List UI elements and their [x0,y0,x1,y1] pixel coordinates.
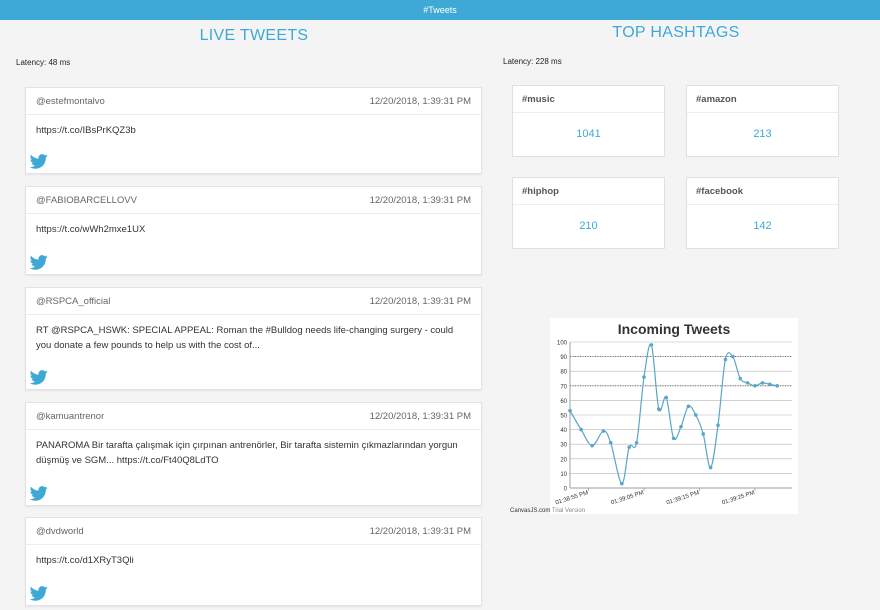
tweet-card: @FABIOBARCELLOVV 12/20/2018, 1:39:31 PM h… [25,186,482,275]
hashtag-count: 1041 [576,128,601,140]
top-hashtags-title: TOP HASHTAGS [612,24,740,41]
hashtag-count: 213 [753,128,772,140]
chart-point [694,413,698,417]
twitter-bird-icon[interactable] [30,154,48,169]
chart-series-line [570,343,778,485]
hashtag-count: 210 [579,220,598,232]
tweet-time: 12/20/2018, 1:39:31 PM [369,410,471,422]
tweet-card: @RSPCA_official 12/20/2018, 1:39:31 PM RT… [25,287,482,390]
chart-point [671,436,676,441]
tweet-text: PANAROMA Bir tarafta çalışmak için çırpı… [36,440,458,466]
chart-ytick-label: 50 [560,414,567,420]
chart-point [753,384,757,388]
chart-point [731,354,735,359]
hashtag-card: #music 1041 [512,85,665,157]
chart-canvas: 0 10 20 30 40 50 60 70 80 90 100 01:38:55 PM 01:39:0… [555,341,792,506]
chart-ytick-label: 10 [560,472,567,478]
twitter-bird-icon[interactable] [30,486,48,501]
chart-credit: CanvasJS.com Trial Version [510,508,585,514]
tweet-text: https://t.co/wWh2mxe1UX [36,224,146,235]
chart-point [649,343,654,347]
tweet-text: RT @RSPCA_HSWK: SPECIAL APPEAL: Roman th… [36,325,454,351]
chart-point [601,429,606,433]
tweet-card: @estefmontalvo 12/20/2018, 1:39:31 PM htt… [25,87,482,174]
chart-point [579,427,583,432]
tweet-user[interactable]: @RSPCA_official [36,296,110,307]
chart-point [590,443,594,448]
tweet-user[interactable]: @estefmontalvo [36,96,105,107]
chart-ytick-label: 90 [560,355,567,361]
hashtag-card: #amazon 213 [686,85,839,157]
tweet-user[interactable]: @dvdworld [36,526,84,537]
chart-point [768,382,772,387]
chart-xtick-label: 01:39:05 PM [610,490,644,506]
chart-ytick-label: 0 [564,487,568,493]
chart-ytick-label: 70 [560,384,567,390]
tweet-card: @dvdworld 12/20/2018, 1:39:31 PM https://… [25,517,482,606]
chart-point [657,407,661,411]
tweet-time: 12/20/2018, 1:39:31 PM [369,194,471,206]
chart-point [634,440,639,445]
hashtag-card: #hiphop 210 [512,177,665,249]
chart-title: Incoming Tweets [617,321,731,337]
chart-point [745,381,750,385]
chart-point [608,440,613,445]
tweet-user[interactable]: @FABIOBARCELLOVV [36,195,137,206]
twitter-bird-icon[interactable] [30,255,48,270]
chart-point [664,395,668,400]
tweet-time: 12/20/2018, 1:39:31 PM [369,295,471,307]
chart-point [738,376,742,381]
app-title: #Tweets [423,5,457,15]
chart-point [708,465,713,470]
hashtag-card: #facebook 142 [686,177,839,249]
hashtag-label[interactable]: #music [513,86,664,113]
hashtag-label[interactable]: #facebook [687,178,838,205]
chart-point [620,481,624,486]
app-header: #Tweets [0,0,880,20]
chart-point [642,375,646,379]
twitter-bird-icon[interactable] [30,370,48,385]
chart-xtick-label: 01:39:15 PM [666,490,700,506]
chart-point [679,424,683,429]
chart-ytick-label: 100 [557,341,568,347]
hashtag-count: 142 [753,220,772,232]
chart-credit-brand: CanvasJS.com [510,508,551,514]
chart-ytick-label: 80 [560,370,567,376]
live-latency: Latency: 48 ms [16,58,71,67]
chart-point [686,404,691,409]
hashtag-label[interactable]: #hiphop [513,178,664,205]
chart-xtick-label: 01:39:25 PM [721,490,755,506]
hashtag-latency: Latency: 228 ms [503,57,562,66]
chart-point [723,357,728,362]
tweet-user[interactable]: @kamuantrenor [36,411,104,422]
tweet-text: https://t.co/IBsPrKQZ3b [36,125,136,136]
tweet-time: 12/20/2018, 1:39:31 PM [369,525,471,537]
live-tweets-title: LIVE TWEETS [199,27,309,44]
chart-point [716,423,720,428]
chart-point [775,384,779,388]
hashtag-label[interactable]: #amazon [687,86,838,113]
chart-ytick-label: 40 [560,428,567,434]
twitter-bird-icon[interactable] [30,586,48,601]
chart-xtick-label: 01:38:55 PM [555,490,589,506]
tweet-time: 12/20/2018, 1:39:31 PM [369,95,471,107]
chart-credit-note: Trial Version [551,508,586,514]
chart-ytick-label: 60 [560,399,567,405]
tweet-card: @kamuantrenor 12/20/2018, 1:39:31 PM PANA… [25,402,482,506]
chart-point [701,432,705,436]
chart-point [568,408,572,413]
chart-ytick-label: 30 [560,443,567,449]
chart-ytick-label: 20 [560,457,567,463]
tweet-text: https://t.co/d1XRyT3Qli [36,555,134,566]
chart-point [760,381,765,385]
incoming-tweets-chart: 0 10 20 30 40 50 60 70 80 90 100 01:38:55 PM 01:39:0… [550,318,798,514]
chart-point [627,445,631,449]
